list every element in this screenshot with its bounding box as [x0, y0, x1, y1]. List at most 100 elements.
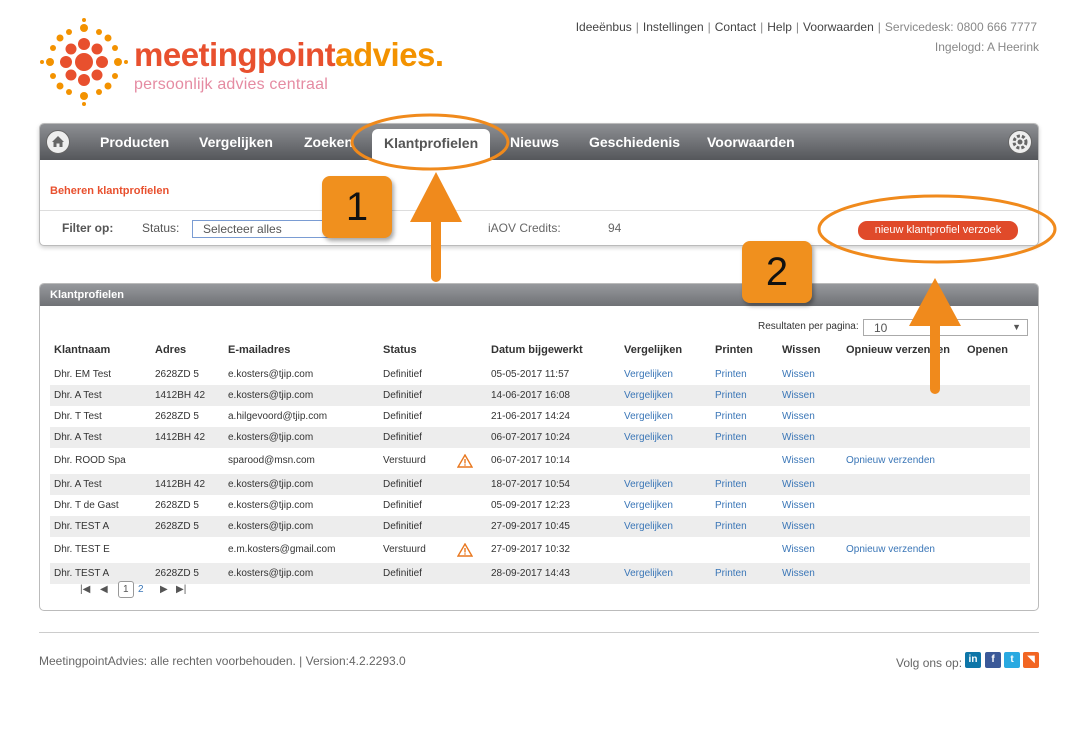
nav-producten[interactable]: Producten [100, 134, 169, 150]
cell-status: Definitief [383, 568, 422, 579]
settings-button[interactable] [1008, 130, 1032, 154]
top-links: Ideeënbus | Instellingen | Contact | Help | Voor… [575, 20, 1037, 34]
credits-label: iAOV Credits: [488, 221, 561, 235]
new-profile-request-button[interactable]: nieuw klantprofiel verzoek [858, 221, 1018, 240]
wissen-link[interactable]: Wissen [782, 568, 815, 579]
panel-title: Klantprofielen [40, 284, 1038, 306]
last-page-icon[interactable]: ▶| [176, 584, 186, 595]
col-opnieuw: Opnieuw verzenden [846, 344, 950, 356]
nav-nieuws[interactable]: Nieuws [510, 134, 559, 150]
table-row: Dhr. A Test 1412BH 42 e.kosters@tjip.com De… [50, 385, 1030, 406]
cell-datum: 21-06-2017 14:24 [491, 411, 570, 422]
cell-email: e.kosters@tjip.com [228, 432, 314, 443]
col-klantnaam[interactable]: Klantnaam [54, 344, 110, 356]
wissen-link[interactable]: Wissen [782, 500, 815, 511]
cell-adres: 1412BH 42 [155, 390, 206, 401]
linkedin-icon[interactable]: in [965, 652, 981, 668]
cell-datum: 05-09-2017 12:23 [491, 500, 570, 511]
cell-datum: 27-09-2017 10:45 [491, 521, 570, 532]
vergelijken-link[interactable]: Vergelijken [624, 390, 673, 401]
link-ideeenbus[interactable]: Ideeënbus [576, 20, 632, 34]
first-page-icon[interactable]: |◀ [80, 584, 90, 595]
page-1[interactable]: 1 [118, 581, 134, 598]
wissen-link[interactable]: Wissen [782, 432, 815, 443]
cell-status: Verstuurd [383, 544, 426, 555]
nav-voorwaarden[interactable]: Voorwaarden [707, 134, 795, 150]
col-status[interactable]: Status [383, 344, 417, 356]
callout-1: 1 [322, 176, 392, 238]
nav-geschiedenis[interactable]: Geschiedenis [589, 134, 680, 150]
logo[interactable]: meetingpointadvies. persoonlijk advies c… [38, 18, 468, 108]
cell-email: e.kosters@tjip.com [228, 479, 314, 490]
vergelijken-link[interactable]: Vergelijken [624, 521, 673, 532]
logo-wordmark: meetingpointadvies. [134, 38, 444, 71]
printen-link[interactable]: Printen [715, 521, 747, 532]
results-per-page-label: Resultaten per pagina: [758, 321, 859, 332]
footer-divider [39, 632, 1039, 633]
wissen-link[interactable]: Wissen [782, 455, 815, 466]
filter-label: Filter op: [62, 221, 114, 235]
opnieuw-verzenden-link[interactable]: Opnieuw verzenden [846, 455, 935, 466]
wissen-link[interactable]: Wissen [782, 521, 815, 532]
printen-link[interactable]: Printen [715, 500, 747, 511]
nav-klantprofielen[interactable]: Klantprofielen [372, 129, 491, 161]
col-datum[interactable]: Datum bijgewerkt [491, 344, 583, 356]
vergelijken-link[interactable]: Vergelijken [624, 479, 673, 490]
nav-zoeken[interactable]: Zoeken [304, 134, 353, 150]
vergelijken-link[interactable]: Vergelijken [624, 432, 673, 443]
vergelijken-link[interactable]: Vergelijken [624, 568, 673, 579]
cell-adres: 2628ZD 5 [155, 500, 199, 511]
facebook-icon[interactable]: f [985, 652, 1001, 668]
wissen-link[interactable]: Wissen [782, 390, 815, 401]
cell-email: e.kosters@tjip.com [228, 500, 314, 511]
cell-status: Verstuurd [383, 455, 426, 466]
printen-link[interactable]: Printen [715, 432, 747, 443]
rss-icon[interactable]: ◥ [1023, 652, 1039, 668]
results-per-page-select[interactable]: 10 ▼ [863, 319, 1028, 336]
link-instellingen[interactable]: Instellingen [643, 20, 704, 34]
table-header: Klantnaam Adres E-mailadres Status Datum… [54, 343, 1028, 363]
servicedesk-text: Servicedesk: 0800 666 7777 [884, 20, 1037, 34]
col-email[interactable]: E-mailadres [228, 344, 290, 356]
twitter-icon[interactable]: t [1004, 652, 1020, 668]
vergelijken-link[interactable]: Vergelijken [624, 411, 673, 422]
prev-page-icon[interactable]: ◀ [100, 584, 108, 595]
vergelijken-link[interactable]: Vergelijken [624, 369, 673, 380]
page-2[interactable]: 2 [138, 584, 144, 595]
col-openen: Openen [967, 344, 1008, 356]
cell-email: e.kosters@tjip.com [228, 369, 314, 380]
cell-datum: 28-09-2017 14:43 [491, 568, 570, 579]
wissen-link[interactable]: Wissen [782, 544, 815, 555]
credits-value: 94 [608, 221, 622, 235]
printen-link[interactable]: Printen [715, 369, 747, 380]
cell-email: sparood@msn.com [228, 455, 315, 466]
page-subtitle: Beheren klantprofielen [50, 185, 170, 197]
printen-link[interactable]: Printen [715, 568, 747, 579]
home-button[interactable] [46, 130, 70, 154]
wissen-link[interactable]: Wissen [782, 479, 815, 490]
logo-dots-icon [40, 18, 128, 106]
table-row: Dhr. A Test 1412BH 42 e.kosters@tjip.com De… [50, 427, 1030, 448]
table-row: Dhr. TEST E e.m.kosters@gmail.com Verstuur… [50, 537, 1030, 563]
printen-link[interactable]: Printen [715, 390, 747, 401]
logo-tagline: persoonlijk advies centraal [134, 76, 328, 93]
printen-link[interactable]: Printen [715, 411, 747, 422]
vergelijken-link[interactable]: Vergelijken [624, 500, 673, 511]
link-help[interactable]: Help [767, 20, 792, 34]
printen-link[interactable]: Printen [715, 479, 747, 490]
logo-word-a: meetingpoint [134, 36, 336, 73]
col-printen: Printen [715, 344, 753, 356]
cell-email: e.kosters@tjip.com [228, 390, 314, 401]
link-voorwaarden[interactable]: Voorwaarden [803, 20, 874, 34]
wissen-link[interactable]: Wissen [782, 411, 815, 422]
cell-adres: 1412BH 42 [155, 432, 206, 443]
opnieuw-verzenden-link[interactable]: Opnieuw verzenden [846, 544, 935, 555]
wissen-link[interactable]: Wissen [782, 369, 815, 380]
cell-status: Definitief [383, 369, 422, 380]
table-row: Dhr. A Test 1412BH 42 e.kosters@tjip.com De… [50, 474, 1030, 495]
next-page-icon[interactable]: ▶ [160, 584, 168, 595]
nav-vergelijken[interactable]: Vergelijken [199, 134, 273, 150]
link-contact[interactable]: Contact [715, 20, 756, 34]
cell-email: a.hilgevoord@tjip.com [228, 411, 328, 422]
col-adres[interactable]: Adres [155, 344, 186, 356]
